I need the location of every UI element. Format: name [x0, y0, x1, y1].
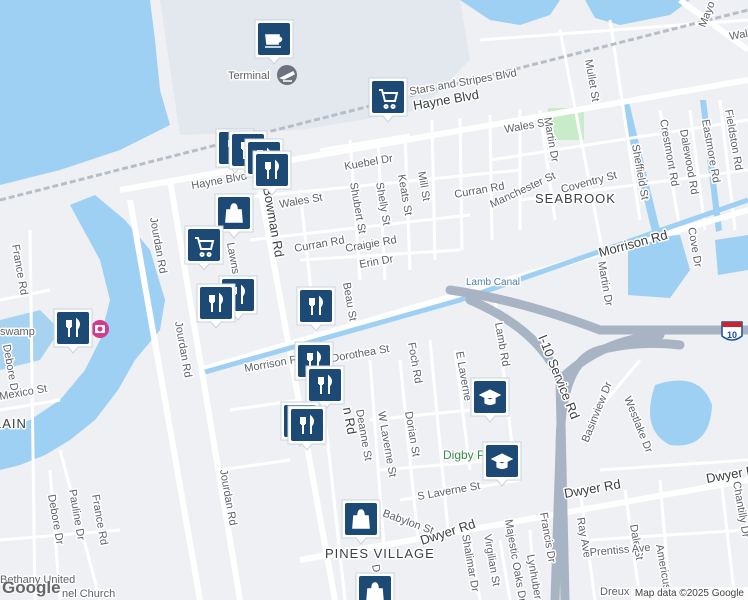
- restaurant-poi-pin[interactable]: [287, 405, 327, 451]
- google-logo: Google: [2, 578, 61, 597]
- bag-poi-pin[interactable]: [355, 572, 395, 600]
- map-attribution: Map data ©2025 Google: [630, 587, 748, 600]
- area-label-seabrook: SEABROOK: [535, 191, 616, 206]
- water-label-lamb-canal: Lamb Canal: [466, 277, 520, 288]
- coffee-poi-pin[interactable]: [254, 19, 294, 65]
- airport-icon[interactable]: [277, 65, 297, 85]
- terminal-label: Terminal: [228, 70, 270, 82]
- i10-shield: 10: [721, 321, 743, 341]
- restaurant-poi-pin[interactable]: [296, 286, 336, 332]
- area-label-pines-village: PINES VILLAGE: [325, 546, 435, 561]
- school-poi-pin[interactable]: [482, 441, 522, 487]
- camera-attraction-icon[interactable]: [91, 320, 109, 338]
- cart-poi-pin[interactable]: [368, 77, 408, 123]
- restaurant-poi-pin[interactable]: [196, 283, 236, 329]
- area-label-church-2: nel Church: [62, 588, 115, 600]
- school-poi-pin[interactable]: [470, 377, 510, 423]
- area-label-swamp: swamp: [0, 326, 35, 338]
- cart-poi-pin[interactable]: [184, 225, 224, 271]
- restaurant-poi-pin[interactable]: [53, 308, 93, 354]
- road-label-dreux: Dreux: [600, 586, 630, 598]
- bag-poi-pin[interactable]: [341, 499, 381, 545]
- map-canvas[interactable]: 10 Terminal Stars and Stripes Blvd Hayne…: [0, 0, 748, 600]
- area-label-lain: LAIN: [0, 416, 27, 431]
- pond-2: [715, 235, 748, 275]
- i10-shield-label: 10: [727, 330, 737, 340]
- area-label-digby: Digby P: [443, 448, 485, 462]
- restaurant-poi-pin[interactable]: [252, 150, 292, 196]
